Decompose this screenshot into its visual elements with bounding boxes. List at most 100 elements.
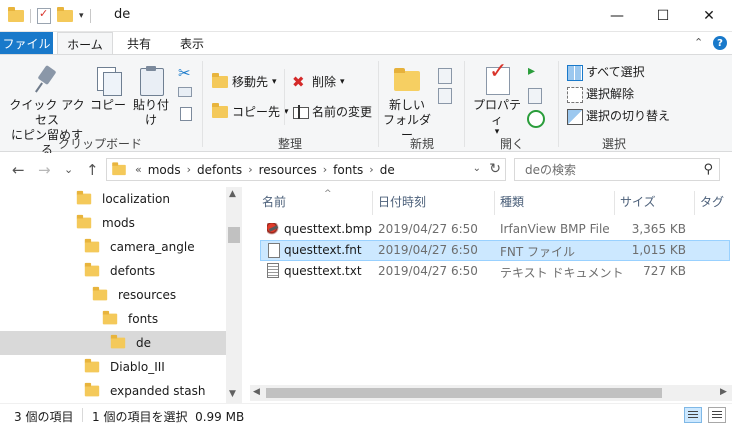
tree-item-mods[interactable]: mods (0, 211, 226, 235)
tree-item-expanded-stash[interactable]: expanded stash (0, 379, 226, 403)
address-dropdown-icon[interactable]: ⌄ (473, 163, 481, 174)
paste-shortcut-icon[interactable] (180, 107, 192, 121)
breadcrumb-separator[interactable]: › (187, 163, 191, 176)
move-to-button[interactable]: 移動先 ▾ (212, 72, 277, 90)
properties-icon[interactable] (37, 7, 51, 24)
delete-button[interactable]: ✖ 削除 ▾ (292, 73, 345, 90)
tab-file[interactable]: ファイル (0, 32, 53, 54)
copy-button[interactable]: コピー (90, 65, 126, 113)
help-icon[interactable]: ? (713, 36, 727, 50)
scrollbar-thumb[interactable] (228, 227, 240, 243)
rename-icon (292, 104, 309, 120)
open-icon[interactable] (526, 63, 542, 81)
table-row[interactable]: questtext.bmp 2019/04/27 6:50 IrfanView … (260, 219, 730, 240)
maximize-button[interactable]: ☐ (640, 0, 686, 32)
breadcrumb-separator[interactable]: › (248, 163, 252, 176)
invert-selection-label: 選択の切り替え (586, 109, 671, 123)
search-icon[interactable]: ⚲ (703, 162, 713, 177)
copy-to-button[interactable]: コピー先 ▾ (212, 102, 289, 120)
breadcrumb-separator[interactable]: › (323, 163, 327, 176)
minimize-button[interactable]: — (594, 0, 640, 32)
recent-locations-button[interactable]: ⌄ (64, 163, 73, 176)
breadcrumb-mods[interactable]: mods (148, 163, 181, 177)
new-folder-icon[interactable] (57, 7, 73, 22)
column-divider[interactable] (372, 191, 373, 215)
tree-item-resources[interactable]: resources (0, 283, 226, 307)
tree-item-localization[interactable]: localization (0, 187, 226, 211)
column-header-name[interactable]: ^ 名前 (262, 189, 332, 210)
tree-item-label: localization (102, 192, 170, 206)
scroll-up-icon[interactable]: ▲ (229, 189, 236, 199)
navigation-pane-scrollbar[interactable]: ▲ ▼ (226, 187, 242, 403)
tree-item-de[interactable]: de (0, 331, 226, 355)
select-none-button[interactable]: 選択解除 (566, 85, 634, 103)
tab-share[interactable]: 共有 (117, 32, 161, 55)
copy-label: コピー (90, 98, 127, 112)
column-divider[interactable] (614, 191, 615, 215)
new-folder-button[interactable]: 新しい フォルダー (382, 65, 432, 143)
table-row[interactable]: questtext.fnt 2019/04/27 6:50 FNT ファイル 1… (260, 240, 730, 261)
qat-separator (89, 9, 91, 23)
up-button[interactable]: ↑ (86, 161, 99, 179)
paste-button[interactable]: 貼り付け (128, 65, 174, 128)
refresh-icon[interactable]: ↻ (489, 161, 501, 177)
rename-button[interactable]: 名前の変更 (292, 103, 372, 120)
edit-icon[interactable] (526, 87, 542, 104)
status-separator (82, 408, 83, 422)
copy-path-icon[interactable] (178, 87, 192, 97)
column-header-date[interactable]: 日付時刻 (378, 193, 426, 210)
select-all-label: すべて選択 (586, 65, 645, 79)
folder-icon[interactable] (8, 7, 24, 22)
back-button[interactable]: ← (12, 161, 25, 179)
breadcrumb-overflow[interactable]: « (135, 163, 142, 176)
scroll-right-icon[interactable]: ▶ (720, 387, 727, 397)
rename-label: 名前の変更 (312, 105, 373, 119)
tab-view[interactable]: 表示 (168, 32, 216, 55)
file-list: ^ 名前 日付時刻 種類 サイズ タグ questtext.bmp 2019/0… (250, 187, 732, 403)
scroll-left-icon[interactable]: ◀ (253, 387, 260, 397)
breadcrumb-separator[interactable]: › (369, 163, 373, 176)
invert-selection-button[interactable]: 選択の切り替え (566, 107, 671, 125)
folder-icon (102, 310, 118, 325)
properties-button[interactable]: プロパティ ▾ (470, 64, 524, 137)
file-list-horizontal-scrollbar[interactable]: ◀ ▶ (250, 385, 732, 401)
easy-access-icon[interactable] (436, 87, 452, 104)
cut-icon[interactable]: ✂ (178, 65, 194, 81)
file-size: 727 KB (643, 264, 686, 278)
tree-item-camera-angle[interactable]: camera_angle (0, 235, 226, 259)
column-divider[interactable] (694, 191, 695, 215)
close-button[interactable]: ✕ (686, 0, 732, 32)
scrollbar-thumb[interactable] (266, 388, 662, 398)
breadcrumb-defonts[interactable]: defonts (197, 163, 242, 177)
large-icons-view-icon[interactable] (708, 407, 726, 423)
group-separator (558, 61, 559, 147)
scroll-down-icon[interactable]: ▼ (229, 389, 236, 399)
address-bar[interactable]: « mods › defonts › resources › fonts › d… (106, 158, 506, 181)
column-header-size[interactable]: サイズ (620, 193, 656, 210)
pin-icon (32, 65, 62, 95)
breadcrumb-resources[interactable]: resources (259, 163, 317, 177)
tree-item-fonts[interactable]: fonts (0, 307, 226, 331)
folder-icon (84, 262, 100, 277)
breadcrumb-fonts[interactable]: fonts (333, 163, 363, 177)
window-title: de (114, 7, 131, 22)
forward-button[interactable]: → (38, 161, 51, 179)
column-header-type[interactable]: 種類 (500, 193, 524, 210)
tab-home[interactable]: ホーム (57, 32, 113, 55)
new-item-icon[interactable] (436, 67, 452, 84)
qat-dropdown-icon[interactable]: ▾ (79, 11, 84, 21)
delete-icon: ✖ (292, 72, 305, 91)
select-all-button[interactable]: すべて選択 (566, 63, 645, 81)
ribbon-collapse-icon[interactable]: ⌃ (694, 36, 703, 49)
tree-item-diablo-iii[interactable]: Diablo_III (0, 355, 226, 379)
details-view-icon[interactable] (684, 407, 702, 423)
search-input[interactable]: deの検索 ⚲ (514, 158, 720, 181)
tree-item-label: resources (118, 288, 177, 302)
column-divider[interactable] (494, 191, 495, 215)
tree-item-defonts[interactable]: defonts (0, 259, 226, 283)
column-header-tags[interactable]: タグ (700, 193, 724, 210)
folder-icon (84, 358, 100, 373)
table-row[interactable]: questtext.txt 2019/04/27 6:50 テキスト ドキュメン… (260, 261, 730, 282)
history-icon[interactable] (526, 109, 545, 128)
breadcrumb-de[interactable]: de (380, 163, 395, 177)
